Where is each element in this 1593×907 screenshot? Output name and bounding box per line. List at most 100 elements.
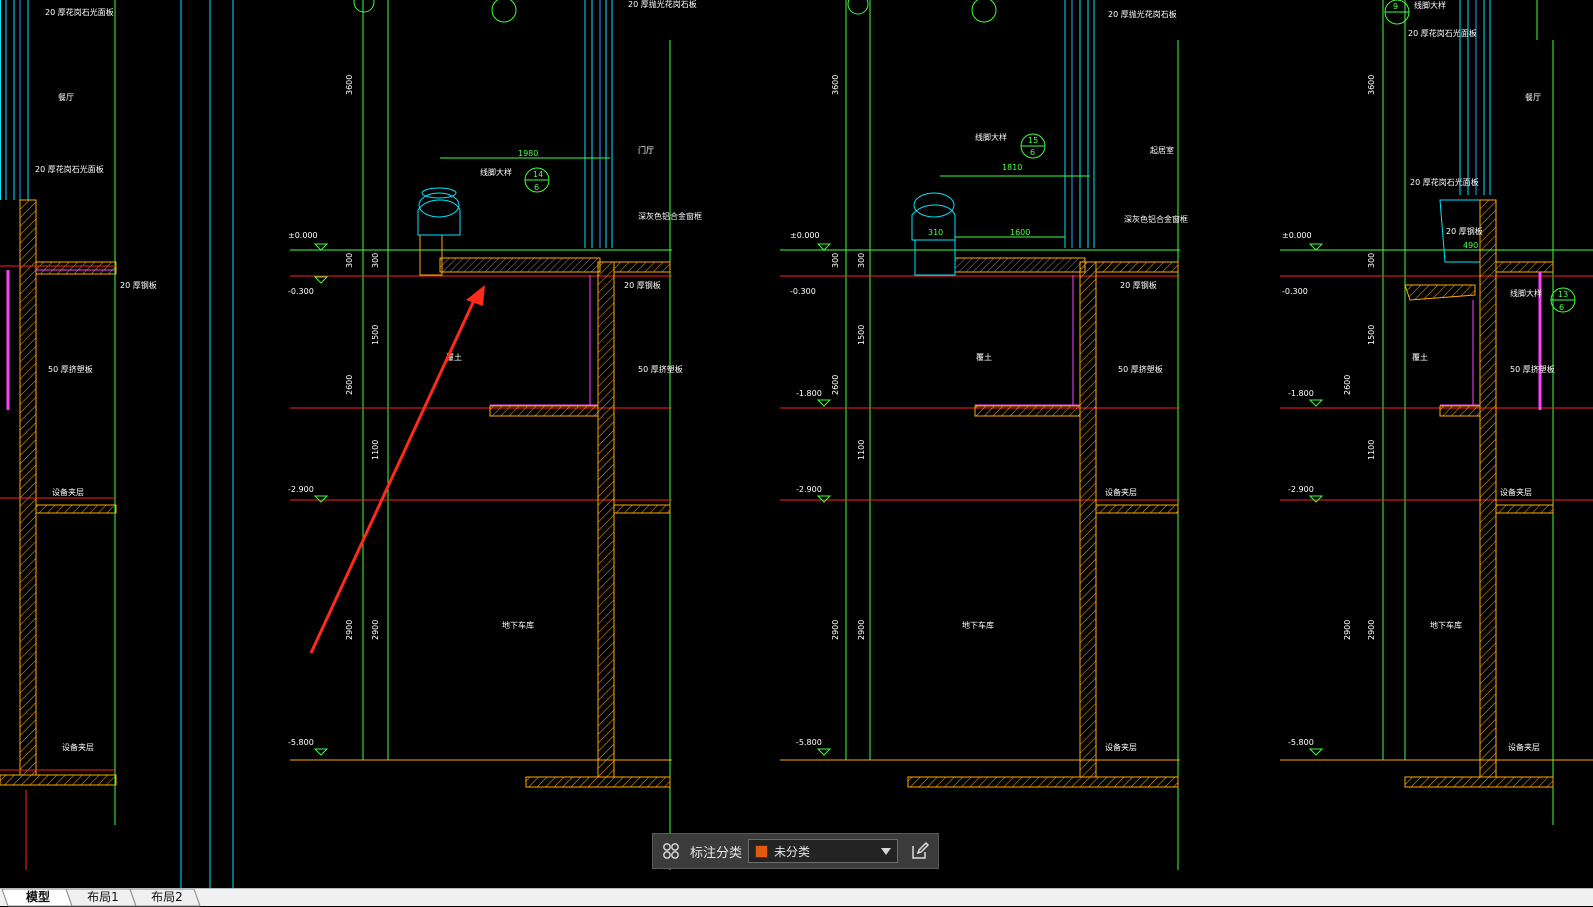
room-equip-3b: 设备夹层 <box>1508 742 1540 752</box>
room-bedroom: 起居室 <box>1150 145 1174 155</box>
dim-1500-1: 1500 <box>371 325 380 345</box>
dim-1810: 1810 <box>1002 163 1022 172</box>
note-stone-cap-2: 20 厚抛光花岗石板 <box>1108 9 1177 19</box>
tab-layout2[interactable]: 布局2 <box>136 889 198 906</box>
dim-300-1a: 300 <box>345 253 354 268</box>
chevron-down-icon <box>881 848 892 855</box>
section-2: 1810 1600 310 15 6 线脚大样 20 厚抛光花岗石板 起居室 深… <box>780 0 1188 870</box>
note-column-1: 线脚大样 <box>480 167 512 177</box>
level-1800-2: -1.800 <box>796 389 822 398</box>
tab-layout1[interactable]: 布局1 <box>72 889 134 906</box>
dim-2600-1: 2600 <box>345 375 354 395</box>
bubble-6-2: 6 <box>1030 148 1035 157</box>
dim-1500-3: 1500 <box>1367 325 1376 345</box>
room-equip-left-2: 设备夹层 <box>62 742 94 752</box>
note-stone-cap-left: 20 厚花岗石光面板 <box>45 7 114 17</box>
room-equip-left-1: 设备夹层 <box>52 487 84 497</box>
dim-300-1b: 300 <box>371 253 380 268</box>
note-column-3b: 线脚大样 <box>1510 288 1542 298</box>
dim-3600-2: 3600 <box>831 75 840 95</box>
dim-2900-1b: 2900 <box>371 620 380 640</box>
level-300-1: -0.300 <box>288 287 314 296</box>
dim-2600-3: 2600 <box>1343 375 1352 395</box>
dim-1100-3: 1100 <box>1367 440 1376 460</box>
section-1: 1980 14 6 线脚大样 20 厚抛光花岗石板 门厅 深灰色铝合金窗框 20… <box>288 0 702 870</box>
level-5800-3: -5.800 <box>1288 738 1314 747</box>
dim-310: 310 <box>928 228 943 237</box>
note-insulation-left: 50 厚挤塑板 <box>48 364 93 374</box>
level-2900-1: -2.900 <box>288 485 314 494</box>
level-300-2: -0.300 <box>790 287 816 296</box>
note-column-3: 线脚大样 <box>1414 0 1446 10</box>
note-glass-2: 深灰色铝合金窗框 <box>1124 214 1188 224</box>
bubble-14: 14 <box>533 170 543 179</box>
level-000-1: ±0.000 <box>288 231 318 240</box>
category-color-swatch <box>755 844 769 858</box>
dim-1500-2: 1500 <box>857 325 866 345</box>
dim-2900-1a: 2900 <box>345 620 354 640</box>
annotation-category-label: 标注分类 <box>690 845 743 861</box>
dim-1100-2: 1100 <box>857 440 866 460</box>
room-garage-3: 地下车库 <box>1430 620 1462 630</box>
bubble-6-3: 6 <box>1559 303 1564 312</box>
bubble-15: 15 <box>1028 136 1038 145</box>
note-steel-2: 20 厚钢板 <box>1120 280 1157 290</box>
layout-tab-bar: 模型 布局1 布局2 <box>0 888 1593 907</box>
room-equip-2a: 设备夹层 <box>1105 487 1137 497</box>
room-garage-1: 地下车库 <box>502 620 534 630</box>
level-000-3: ±0.000 <box>1282 231 1312 240</box>
annotation-category-select[interactable]: 未分类 <box>748 839 899 863</box>
dim-300-2b: 300 <box>857 253 866 268</box>
dim-300-3: 300 <box>1367 253 1376 268</box>
annotation-category-value: 未分类 <box>774 844 811 859</box>
level-5800-2: -5.800 <box>796 738 822 747</box>
note-stone-cap-left-2: 20 厚花岗石光面板 <box>35 164 104 174</box>
dim-2600-2: 2600 <box>831 375 840 395</box>
note-stone-cap-1: 20 厚抛光花岗石板 <box>628 0 697 9</box>
level-1800-3: -1.800 <box>1288 389 1314 398</box>
category-grid-icon[interactable] <box>660 840 682 862</box>
level-300-3: -0.300 <box>1282 287 1308 296</box>
note-insulation-1: 50 厚挤塑板 <box>638 364 683 374</box>
level-5800-1: -5.800 <box>288 738 314 747</box>
note-insulation-2: 50 厚挤塑板 <box>1118 364 1163 374</box>
tab-model[interactable]: 模型 <box>8 889 68 906</box>
dim-1100-1: 1100 <box>371 440 380 460</box>
dim-2900-3a: 2900 <box>1343 620 1352 640</box>
dim-490: 490 <box>1463 241 1478 250</box>
level-2900-3: -2.900 <box>1288 485 1314 494</box>
room-equip-2b: 设备夹层 <box>1105 742 1137 752</box>
annotation-category-toolbar: 标注分类 未分类 <box>652 833 939 869</box>
note-column-2: 线脚大样 <box>975 132 1007 142</box>
dim-2900-2b: 2900 <box>857 620 866 640</box>
note-stone-cap-3: 20 厚花岗石光面板 <box>1408 28 1477 38</box>
dim-3600-1: 3600 <box>345 75 354 95</box>
section-3: 13 6 9 490 线脚大样 20 厚花岗石光面板 餐厅 20 厚花岗石光面板… <box>1280 0 1593 825</box>
room-soil-2: 覆土 <box>976 352 992 362</box>
level-2900-2: -2.900 <box>796 485 822 494</box>
dim-2900-3b: 2900 <box>1367 620 1376 640</box>
red-arrow-annotation <box>309 285 485 654</box>
room-equip-3a: 设备夹层 <box>1500 487 1532 497</box>
dim-1600: 1600 <box>1010 228 1030 237</box>
note-steel-left: 20 厚钢板 <box>120 280 157 290</box>
dim-1980: 1980 <box>518 149 538 158</box>
cad-drawing-canvas[interactable]: 20 厚花岗石光面板 餐厅 20 厚花岗石光面板 20 厚钢板 50 厚挤塑板 … <box>0 0 1593 888</box>
level-000-2: ±0.000 <box>790 231 820 240</box>
note-steel-3: 20 厚钢板 <box>1446 226 1483 236</box>
room-living-left: 餐厅 <box>58 93 74 102</box>
room-soil-3: 覆土 <box>1412 352 1428 362</box>
dim-3600-3: 3600 <box>1367 75 1376 95</box>
bubble-9: 9 <box>1393 2 1398 11</box>
note-glass-1: 深灰色铝合金窗框 <box>638 211 702 221</box>
note-insulation-3: 50 厚挤塑板 <box>1510 364 1555 374</box>
edit-icon[interactable] <box>908 839 932 863</box>
room-living-3: 餐厅 <box>1525 93 1541 102</box>
section-left-partial: 20 厚花岗石光面板 餐厅 20 厚花岗石光面板 20 厚钢板 50 厚挤塑板 … <box>0 0 157 870</box>
note-steel-1: 20 厚钢板 <box>624 280 661 290</box>
dim-2900-2a: 2900 <box>831 620 840 640</box>
room-garage-2: 地下车库 <box>962 620 994 630</box>
dim-300-2a: 300 <box>831 253 840 268</box>
note-stone-cap-3b: 20 厚花岗石光面板 <box>1410 177 1479 187</box>
bubble-6: 6 <box>534 183 539 192</box>
